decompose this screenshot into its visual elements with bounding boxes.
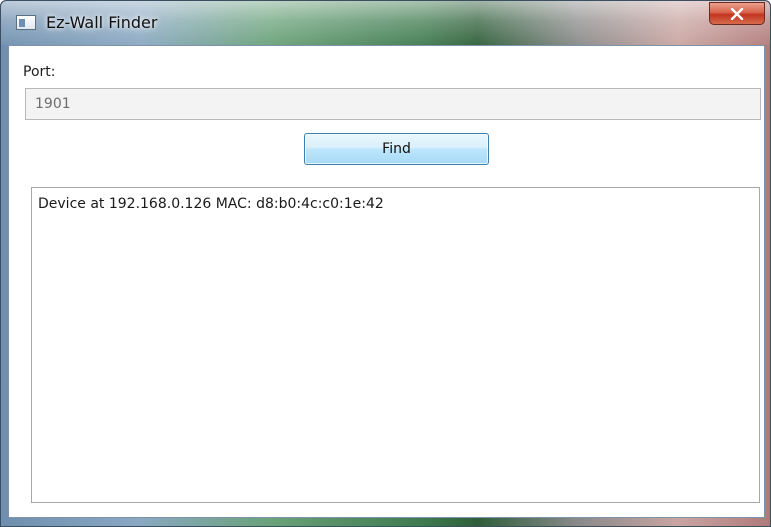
window-app-icon[interactable] [16, 15, 36, 30]
output-line: Device at 192.168.0.126 MAC: d8:b0:4c:c0… [38, 196, 384, 212]
port-label: Port: [23, 64, 56, 80]
output-textbox[interactable]: Device at 192.168.0.126 MAC: d8:b0:4c:c0… [31, 187, 760, 503]
title-bar[interactable]: Ez-Wall Finder [1, 1, 770, 45]
close-button[interactable] [709, 2, 765, 25]
port-input[interactable] [25, 88, 761, 120]
window-title: Ez-Wall Finder [46, 13, 158, 32]
find-button[interactable]: Find [304, 133, 489, 165]
close-icon [730, 7, 744, 20]
